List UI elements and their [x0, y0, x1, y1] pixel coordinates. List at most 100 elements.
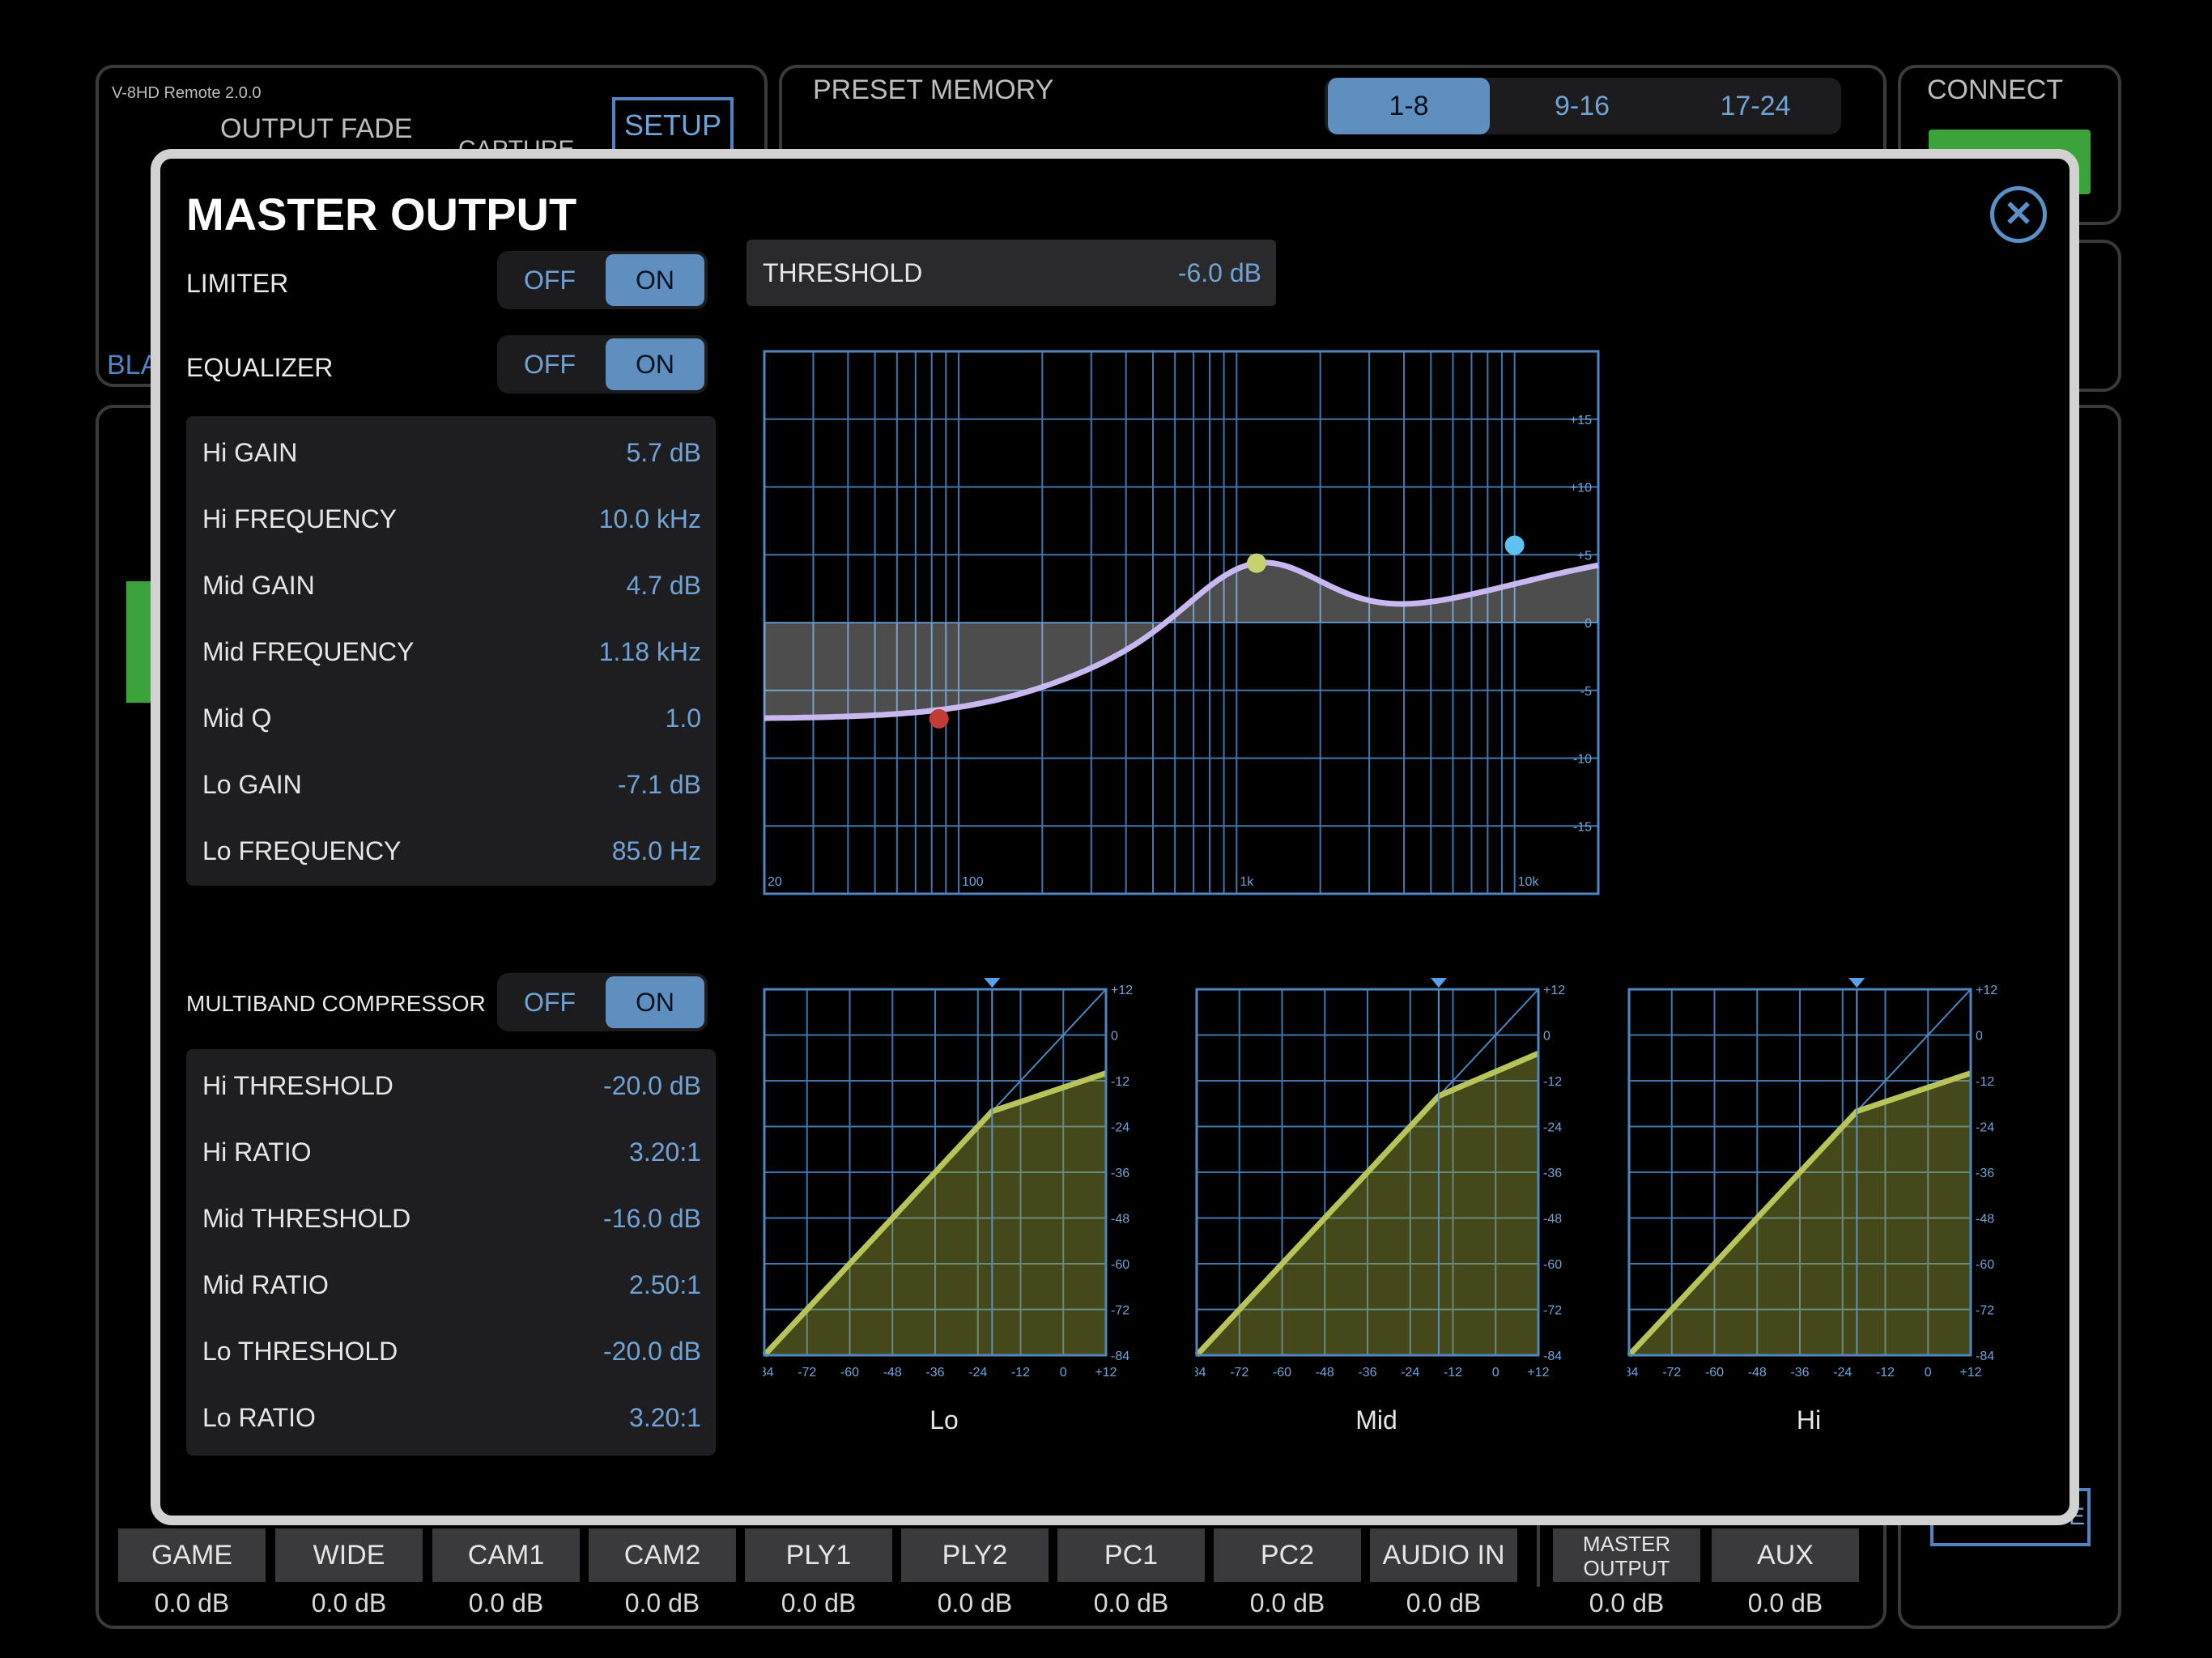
comp-y-tick: -24 [1543, 1121, 1562, 1135]
param-row-mid-ratio[interactable]: Mid RATIO 2.50:1 [186, 1252, 716, 1318]
channel-level-value: 0.0 dB [311, 1588, 387, 1618]
param-row-mid-frequency[interactable]: Mid FREQUENCY 1.18 kHz [186, 619, 716, 685]
channel-level-value: 0.0 dB [1747, 1588, 1823, 1618]
eq-mid-band-handle [1246, 553, 1266, 573]
param-row-hi-gain[interactable]: Hi GAIN 5.7 dB [186, 419, 716, 486]
eq-x-tick: 100 [962, 875, 984, 889]
compressor-off-button[interactable]: OFF [500, 976, 599, 1028]
eq-parameter-list: Hi GAIN 5.7 dB Hi FREQUENCY 10.0 kHz Mid GAI… [186, 416, 716, 886]
preset-tab-1-8[interactable]: 1-8 [1328, 78, 1490, 134]
channel-divider [1537, 1525, 1540, 1587]
channel-button-master-output[interactable]: MASTER OUTPUT [1553, 1528, 1700, 1582]
close-icon[interactable]: ✕ [1990, 186, 2047, 243]
param-name: Mid FREQUENCY [202, 637, 415, 666]
limiter-on-button[interactable]: ON [606, 254, 704, 306]
param-row-hi-frequency[interactable]: Hi FREQUENCY 10.0 kHz [186, 486, 716, 552]
comp-x-tick: -24 [1833, 1366, 1852, 1380]
param-value: 4.7 dB [626, 571, 701, 600]
param-name: Lo FREQUENCY [202, 836, 402, 865]
comp-y-tick: -12 [1543, 1075, 1562, 1089]
param-row-lo-ratio[interactable]: Lo RATIO 3.20:1 [186, 1384, 716, 1451]
comp-y-tick: -60 [1976, 1258, 1994, 1272]
comp-x-tick: -72 [1230, 1366, 1249, 1380]
param-name: Lo RATIO [202, 1403, 316, 1432]
compressor-on-button[interactable]: ON [606, 976, 704, 1028]
eq-y-tick: +10 [1570, 482, 1592, 495]
param-value: -16.0 dB [603, 1204, 701, 1233]
comp-y-tick: +12 [1976, 984, 1997, 997]
threshold-field[interactable]: THRESHOLD -6.0 dB [747, 240, 1276, 306]
comp-y-tick: -60 [1543, 1258, 1562, 1272]
comp-threshold-marker [984, 978, 1001, 988]
comp-y-tick: -48 [1111, 1213, 1129, 1226]
comp-x-tick: -12 [1011, 1366, 1030, 1380]
param-row-lo-threshold[interactable]: Lo THRESHOLD -20.0 dB [186, 1318, 716, 1384]
equalizer-off-button[interactable]: OFF [500, 338, 599, 390]
comp-x-tick: -36 [925, 1366, 944, 1380]
comp-x-tick: -60 [1273, 1366, 1291, 1380]
channel-button-cam2[interactable]: CAM2 [589, 1528, 736, 1582]
param-name: Lo THRESHOLD [202, 1337, 398, 1366]
channel-button-aux[interactable]: AUX [1712, 1528, 1859, 1582]
eq-response-area [764, 562, 1598, 719]
param-name: Mid RATIO [202, 1270, 329, 1299]
comp-y-tick: -48 [1543, 1213, 1562, 1226]
comp-y-tick: -36 [1976, 1167, 1994, 1180]
comp-x-tick: 0 [1492, 1366, 1499, 1380]
compressor-graph-lo[interactable]: -84 -72 -60 -48 -36 -24 -12 0 +12 +12 0 -12 -24 -36 -4… [763, 978, 1135, 1399]
channel-level-value: 0.0 dB [781, 1588, 857, 1618]
eq-y-tick: +15 [1570, 414, 1592, 427]
channel-button-audio-in[interactable]: AUDIO IN [1370, 1528, 1517, 1582]
compressor-graph-hi[interactable]: -84 -72 -60 -48 -36 -24 -12 0 +12 +12 0 -12 -24 -36 -4… [1627, 978, 2000, 1399]
eq-lo-band-handle [929, 708, 949, 729]
preset-tabs: 1-8 9-16 17-24 [1325, 78, 1841, 134]
comp-x-tick: +12 [1527, 1366, 1549, 1380]
setup-button[interactable]: SETUP [612, 97, 734, 154]
equalizer-on-button[interactable]: ON [606, 338, 704, 390]
param-row-hi-threshold[interactable]: Hi THRESHOLD -20.0 dB [186, 1052, 716, 1119]
eq-y-tick: -15 [1573, 820, 1592, 834]
comp-x-tick: -36 [1790, 1366, 1809, 1380]
channel-button-cam1[interactable]: CAM1 [432, 1528, 580, 1582]
channel-button-ply1[interactable]: PLY1 [745, 1528, 892, 1582]
param-row-mid-threshold[interactable]: Mid THRESHOLD -16.0 dB [186, 1185, 716, 1252]
master-output-dialog: MASTER OUTPUT ✕ LIMITER OFF ON THRESHOLD… [151, 149, 2079, 1525]
comp-y-tick: -24 [1976, 1121, 1994, 1135]
comp-y-tick: -72 [1976, 1304, 1994, 1318]
comp-y-tick: 0 [1543, 1030, 1551, 1044]
level-meter [126, 581, 151, 703]
comp-y-tick: -12 [1976, 1075, 1994, 1089]
comp-y-tick: 0 [1111, 1030, 1118, 1044]
comp-x-tick: -12 [1876, 1366, 1895, 1380]
comp-y-tick: -84 [1543, 1350, 1562, 1363]
channel-button-ply2[interactable]: PLY2 [901, 1528, 1049, 1582]
eq-graph[interactable]: 20 100 1k 10k +15 +10 +5 0 -5 -10 -15 [763, 350, 1605, 900]
preset-tab-17-24[interactable]: 17-24 [1674, 78, 1836, 134]
param-row-mid-q[interactable]: Mid Q 1.0 [186, 685, 716, 751]
preset-memory-label: PRESET MEMORY [813, 74, 1054, 105]
comp-x-tick: -48 [1748, 1366, 1767, 1380]
comp-x-tick: -48 [883, 1366, 902, 1380]
comp-x-tick: +12 [1095, 1366, 1117, 1380]
compressor-graph-mid[interactable]: -84 -72 -60 -48 -36 -24 -12 0 +12 +12 0 -12 -24 -36 -4… [1195, 978, 1568, 1399]
eq-y-tick: -10 [1573, 753, 1592, 767]
limiter-off-button[interactable]: OFF [500, 254, 599, 306]
channel-button-pc2[interactable]: PC2 [1214, 1528, 1361, 1582]
limiter-toggle: OFF ON [497, 251, 708, 309]
comp-x-tick: -24 [1401, 1366, 1419, 1380]
comp-y-tick: -84 [1976, 1350, 1994, 1363]
param-row-mid-gain[interactable]: Mid GAIN 4.7 dB [186, 552, 716, 619]
comp-x-tick: -12 [1444, 1366, 1462, 1380]
channel-level-value: 0.0 dB [1589, 1588, 1665, 1618]
param-row-lo-frequency[interactable]: Lo FREQUENCY 85.0 Hz [186, 818, 716, 884]
param-row-lo-gain[interactable]: Lo GAIN -7.1 dB [186, 751, 716, 818]
channel-button-game[interactable]: GAME [118, 1528, 266, 1582]
comp-y-tick: -36 [1543, 1167, 1562, 1180]
channel-button-wide[interactable]: WIDE [275, 1528, 423, 1582]
preset-tab-9-16[interactable]: 9-16 [1501, 78, 1663, 134]
param-name: Hi THRESHOLD [202, 1071, 393, 1100]
param-row-hi-ratio[interactable]: Hi RATIO 3.20:1 [186, 1119, 716, 1185]
param-name: Hi GAIN [202, 438, 298, 467]
channel-button-pc1[interactable]: PC1 [1057, 1528, 1205, 1582]
comp-y-tick: -72 [1111, 1304, 1129, 1318]
